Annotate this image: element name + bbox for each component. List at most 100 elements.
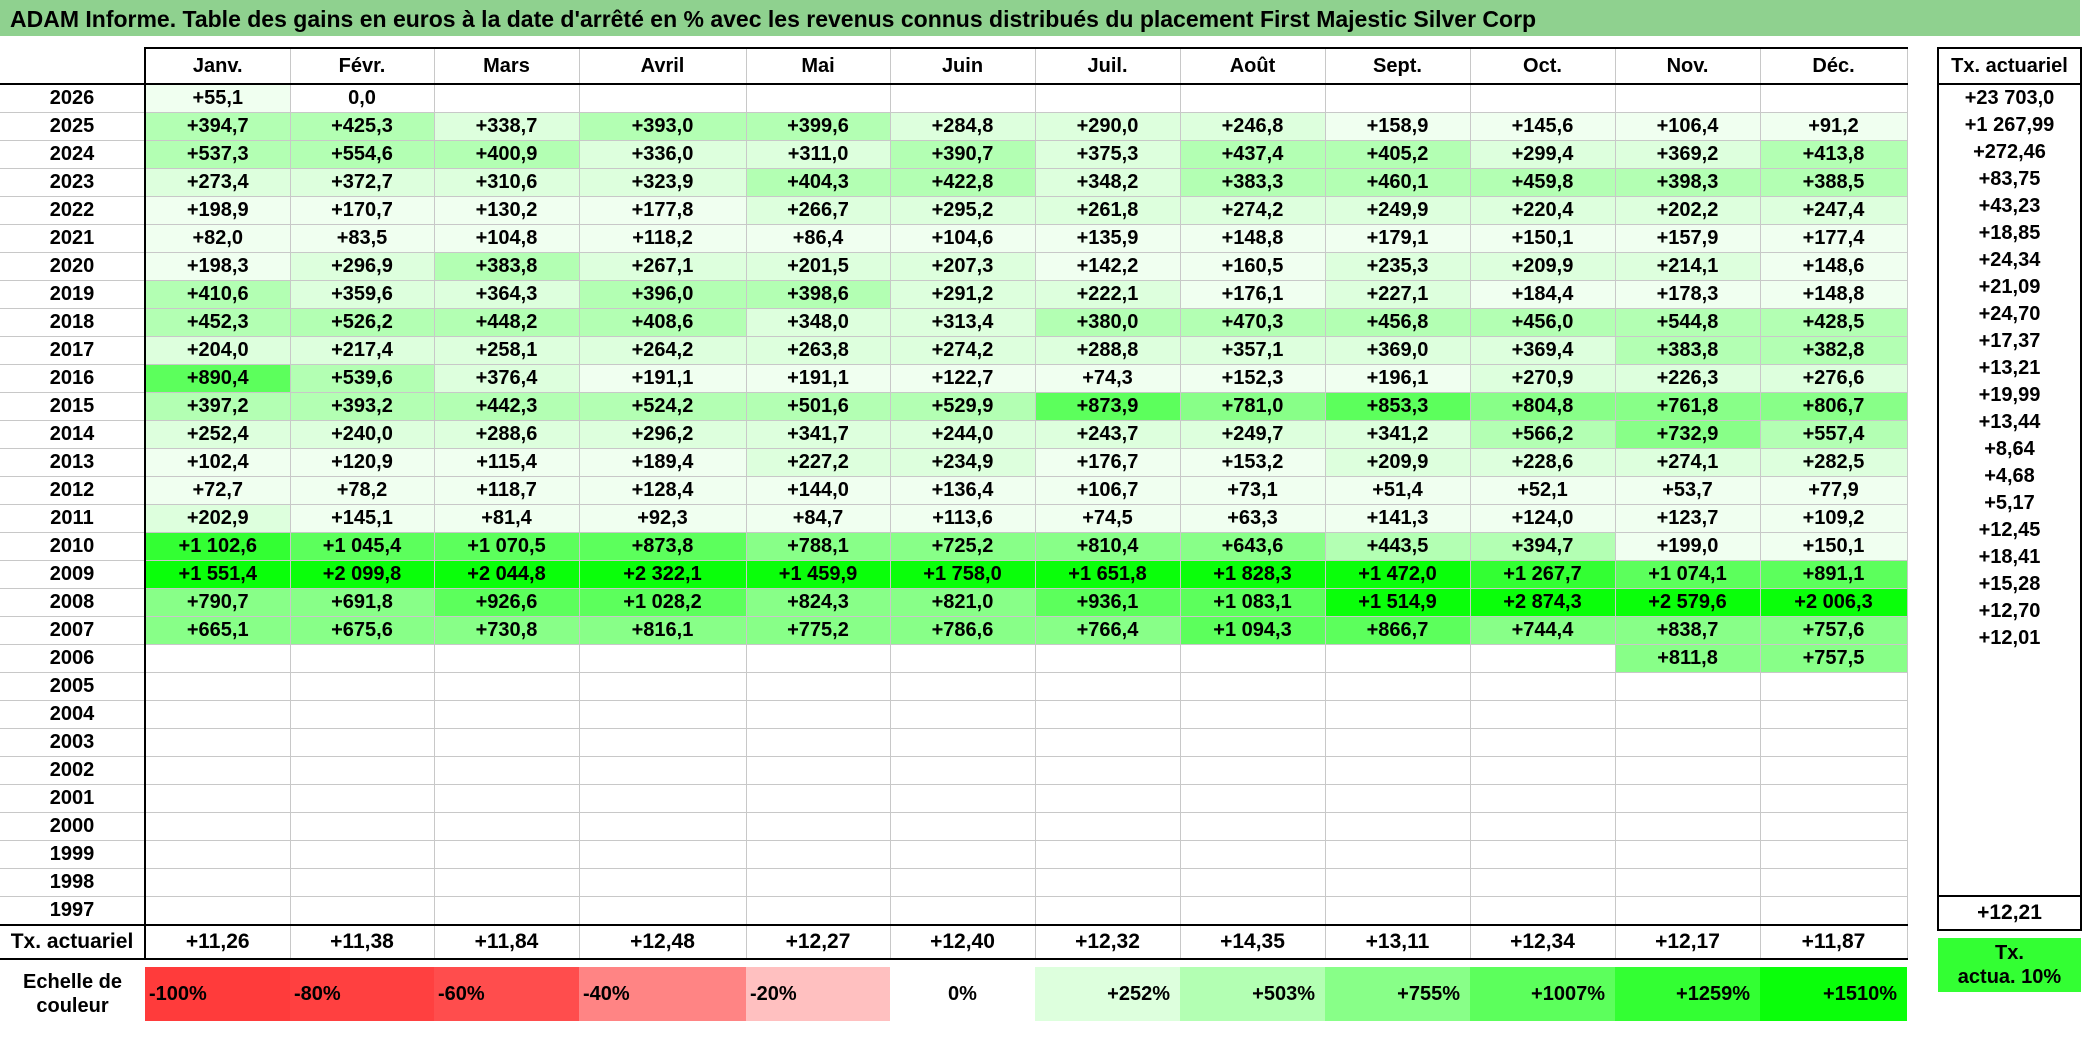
gain-cell: +2 874,3 [1470, 588, 1616, 617]
gain-cell [579, 84, 747, 113]
gain-cell: +1 828,3 [1180, 560, 1326, 589]
color-scale-step: -40% [579, 967, 746, 1021]
gain-cell [1325, 840, 1471, 869]
color-scale-step: +1259% [1615, 967, 1760, 1021]
gain-cell [290, 784, 435, 813]
gain-cell [1615, 700, 1761, 729]
gain-cell: +191,1 [579, 364, 747, 393]
monthly-actuarial-rate: +11,87 [1760, 924, 1908, 960]
gain-cell: +394,7 [145, 112, 291, 141]
row-actuarial-rate: +4,68 [1937, 463, 2082, 490]
gain-cell: +178,3 [1615, 280, 1761, 309]
gain-cell: +109,2 [1760, 504, 1908, 533]
year-label: 2016 [0, 364, 146, 393]
page-title: ADAM Informe. Table des gains en euros à… [0, 0, 2080, 36]
gain-cell [1180, 728, 1326, 757]
monthly-actuarial-rate: +12,48 [579, 924, 747, 960]
gain-cell: +448,2 [434, 308, 580, 337]
year-label: 2011 [0, 504, 146, 533]
gain-cell: +926,6 [434, 588, 580, 617]
year-label: 1997 [0, 896, 146, 926]
gain-cell: +1 074,1 [1615, 560, 1761, 589]
color-scale-step: 0% [890, 967, 1035, 1021]
gain-cell: +104,8 [434, 224, 580, 253]
gain-cell: +338,7 [434, 112, 580, 141]
gain-cell: +244,0 [890, 420, 1036, 449]
month-header: Mars [434, 47, 580, 85]
gain-cell: +199,0 [1615, 532, 1761, 561]
row-actuarial-rate [1937, 760, 2082, 787]
gain-cell: +691,8 [290, 588, 435, 617]
monthly-actuarial-rate: +11,26 [145, 924, 291, 960]
gain-cell: +2 579,6 [1615, 588, 1761, 617]
gain-cell: +470,3 [1180, 308, 1326, 337]
gain-cell [1615, 756, 1761, 785]
gain-cell: +460,1 [1325, 168, 1471, 197]
gain-cell: +217,4 [290, 336, 435, 365]
row-actuarial-rate: +18,41 [1937, 544, 2082, 571]
gain-cell: +410,6 [145, 280, 291, 309]
color-scale-step: +1007% [1470, 967, 1615, 1021]
gain-cell [290, 672, 435, 701]
gain-cell [434, 644, 580, 673]
gain-cell: +227,2 [746, 448, 891, 477]
gain-cell: +380,0 [1035, 308, 1181, 337]
gain-cell: +249,7 [1180, 420, 1326, 449]
gain-cell [145, 784, 291, 813]
gain-cell [1760, 896, 1908, 926]
gain-cell [1760, 756, 1908, 785]
gain-cell [290, 728, 435, 757]
gain-cell [579, 784, 747, 813]
gain-cell: +1 028,2 [579, 588, 747, 617]
gain-cell: +1 083,1 [1180, 588, 1326, 617]
gain-cell: +189,4 [579, 448, 747, 477]
month-header: Déc. [1760, 47, 1908, 85]
gain-cell [1035, 868, 1181, 897]
row-actuarial-rate [1937, 787, 2082, 814]
gain-cell [145, 868, 291, 897]
gain-cell [434, 756, 580, 785]
gain-cell: +145,1 [290, 504, 435, 533]
month-header: Août [1180, 47, 1326, 85]
gain-cell [890, 896, 1036, 926]
color-scale-step: +252% [1035, 967, 1180, 1021]
gain-cell: +1 459,9 [746, 560, 891, 589]
gain-cell: +428,5 [1760, 308, 1908, 337]
gain-cell: +288,6 [434, 420, 580, 449]
year-label: 2000 [0, 812, 146, 841]
gain-cell [1325, 756, 1471, 785]
gain-cell [290, 700, 435, 729]
gain-cell: +55,1 [145, 84, 291, 113]
gain-cell [1470, 784, 1616, 813]
gain-cell: +106,7 [1035, 476, 1181, 505]
gain-cell [1180, 868, 1326, 897]
year-label: 2007 [0, 616, 146, 645]
gain-cell: +1 472,0 [1325, 560, 1471, 589]
month-header: Oct. [1470, 47, 1616, 85]
year-label: 2010 [0, 532, 146, 561]
row-actuarial-rate [1937, 841, 2082, 868]
gain-cell [434, 868, 580, 897]
year-label: 1999 [0, 840, 146, 869]
year-label: 2006 [0, 644, 146, 673]
gain-cell [434, 672, 580, 701]
gain-cell: +150,1 [1760, 532, 1908, 561]
table-row: 2019 +410,6 +359,6 +364,3 +396,0 +398,6 +291,2… [0, 280, 1908, 309]
legend-line: Tx. [1995, 942, 2024, 964]
gain-cell [1325, 644, 1471, 673]
gain-cell: +675,6 [290, 616, 435, 645]
monthly-actuarial-rate: +12,32 [1035, 924, 1181, 960]
gain-cell [1470, 672, 1616, 701]
table-row: 2006 +811,8 +757,5 [0, 644, 1908, 673]
gain-cell [1760, 700, 1908, 729]
gain-cell [1180, 756, 1326, 785]
gain-cell [1180, 672, 1326, 701]
table-row: 2024 +537,3 +554,6 +400,9 +336,0 +311,0 +390,7… [0, 140, 1908, 169]
gain-cell: +152,3 [1180, 364, 1326, 393]
gain-cell: +91,2 [1760, 112, 1908, 141]
gain-cell: +153,2 [1180, 448, 1326, 477]
gain-cell: +2 099,8 [290, 560, 435, 589]
row-actuarial-rate: +19,99 [1937, 382, 2082, 409]
gain-cell: +290,0 [1035, 112, 1181, 141]
gain-cell: +295,2 [890, 196, 1036, 225]
